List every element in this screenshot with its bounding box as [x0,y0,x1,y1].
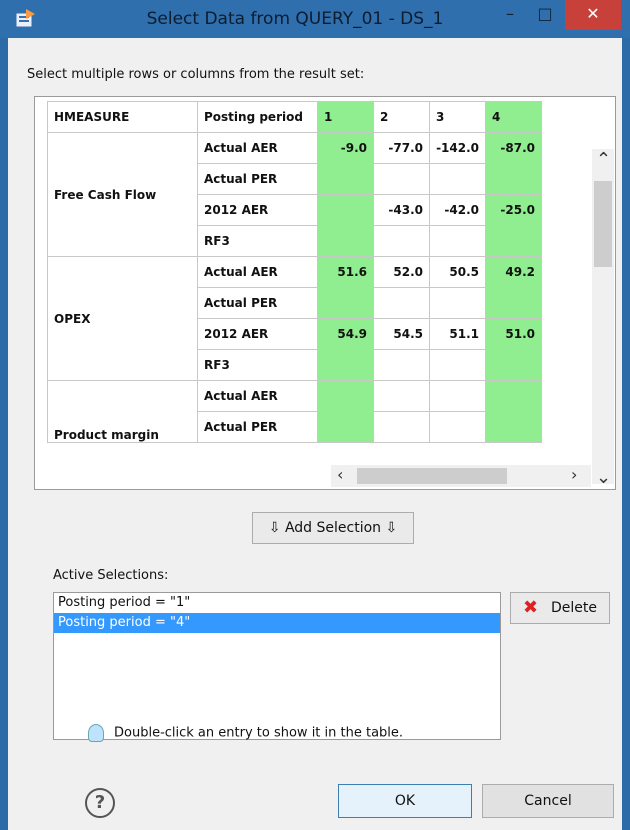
header-col-2[interactable]: 2 [373,101,430,133]
period-cell[interactable]: Actual AER [197,380,318,412]
delete-label: Delete [551,600,597,616]
value-cell[interactable]: -77.0 [373,132,430,164]
value-cell[interactable] [485,225,542,257]
value-cell[interactable]: -43.0 [373,194,430,226]
value-cell[interactable] [373,225,430,257]
value-cell[interactable]: -9.0 [317,132,374,164]
scroll-left-icon[interactable]: ‹ [337,465,343,484]
table-row[interactable]: Free Cash Flow Actual AER -9.0 -77.0 -14… [47,132,542,257]
value-cell[interactable] [485,163,542,195]
horizontal-scroll-thumb[interactable] [357,468,507,484]
value-cell[interactable] [429,163,486,195]
value-cell[interactable] [429,380,486,412]
scroll-right-icon[interactable]: › [571,465,577,484]
measure-cell[interactable]: Product margin [47,380,198,443]
value-cell[interactable]: 52.0 [373,256,430,288]
cancel-button[interactable]: Cancel [482,784,614,818]
scroll-down-icon[interactable]: ⌄ [596,467,611,488]
value-cell[interactable]: -142.0 [429,132,486,164]
title-bar[interactable]: Select Data from QUERY_01 - DS_1 – □ ✕ [0,0,630,38]
value-cell[interactable]: 50.5 [429,256,486,288]
value-cell[interactable] [317,163,374,195]
vertical-scrollbar[interactable]: ⌃ ⌄ [592,149,614,488]
table-header-row: HMEASURE Posting period 1 2 3 4 [47,101,542,133]
minimize-button[interactable]: – [495,0,525,30]
active-selections-list[interactable]: Posting period = "1" Posting period = "4… [53,592,501,740]
value-cell[interactable] [429,287,486,319]
value-cell[interactable]: -42.0 [429,194,486,226]
horizontal-scrollbar[interactable]: ‹ › [331,465,591,487]
delete-button[interactable]: ✖ Delete [510,592,610,624]
value-cell[interactable] [317,411,374,443]
header-hmeasure[interactable]: HMEASURE [47,101,198,133]
close-button[interactable]: ✕ [565,0,621,30]
value-cell[interactable]: 51.0 [485,318,542,350]
value-cell[interactable] [317,287,374,319]
value-cell[interactable]: 49.2 [485,256,542,288]
value-cell[interactable] [429,411,486,443]
period-cell[interactable]: Actual PER [197,287,318,319]
value-cell[interactable] [485,287,542,319]
active-selections-label: Active Selections: [53,568,169,583]
value-cell[interactable] [485,380,542,412]
value-cell[interactable] [373,349,430,381]
list-item[interactable]: Posting period = "1" [54,593,500,613]
value-cell[interactable]: 51.1 [429,318,486,350]
value-cell[interactable]: 54.9 [317,318,374,350]
value-cell[interactable]: -25.0 [485,194,542,226]
hint-text: Double-click an entry to show it in the … [114,725,404,741]
value-cell[interactable] [485,411,542,443]
scroll-up-icon[interactable]: ⌃ [596,149,611,170]
value-cell[interactable]: 54.5 [373,318,430,350]
value-cell[interactable] [317,380,374,412]
header-col-4[interactable]: 4 [485,101,542,133]
period-cell[interactable]: Actual AER [197,132,318,164]
value-cell[interactable] [429,225,486,257]
add-selection-button[interactable]: ⇩ Add Selection ⇩ [252,512,414,544]
list-item-selected[interactable]: Posting period = "4" [54,613,500,633]
instruction-text: Select multiple rows or columns from the… [27,67,365,82]
period-cell[interactable]: RF3 [197,225,318,257]
result-set-grid[interactable]: HMEASURE Posting period 1 2 3 4 Free Cas… [34,96,616,490]
delete-icon: ✖ [523,597,539,618]
header-col-3[interactable]: 3 [429,101,486,133]
period-cell[interactable]: 2012 AER [197,318,318,350]
header-col-1[interactable]: 1 [317,101,374,133]
period-cell[interactable]: Actual AER [197,256,318,288]
hint-text-row: Double-click an entry to show it in the … [88,724,403,742]
header-posting-period[interactable]: Posting period [197,101,318,133]
value-cell[interactable] [373,380,430,412]
vertical-scroll-thumb[interactable] [594,181,612,267]
ok-button[interactable]: OK [338,784,472,818]
measure-cell[interactable]: OPEX [47,256,198,381]
value-cell[interactable] [485,349,542,381]
value-cell[interactable]: 51.6 [317,256,374,288]
value-cell[interactable] [317,349,374,381]
value-cell[interactable]: -87.0 [485,132,542,164]
period-cell[interactable]: RF3 [197,349,318,381]
value-cell[interactable] [317,194,374,226]
value-cell[interactable] [317,225,374,257]
dialog-window: Select Data from QUERY_01 - DS_1 – □ ✕ S… [0,0,630,830]
period-cell[interactable]: Actual PER [197,163,318,195]
table-row[interactable]: OPEX Actual AER 51.6 52.0 50.5 49.2 [47,256,542,381]
value-cell[interactable] [373,287,430,319]
maximize-button[interactable]: □ [530,0,560,30]
help-icon[interactable]: ? [85,788,115,818]
period-cell[interactable]: 2012 AER [197,194,318,226]
table-row[interactable]: Product margin Actual AER [47,380,542,443]
value-cell[interactable] [429,349,486,381]
result-table[interactable]: HMEASURE Posting period 1 2 3 4 Free Cas… [47,101,542,443]
lightbulb-icon [88,724,104,742]
value-cell[interactable] [373,163,430,195]
value-cell[interactable] [373,411,430,443]
period-cell[interactable]: Actual PER [197,411,318,443]
measure-cell[interactable]: Free Cash Flow [47,132,198,257]
